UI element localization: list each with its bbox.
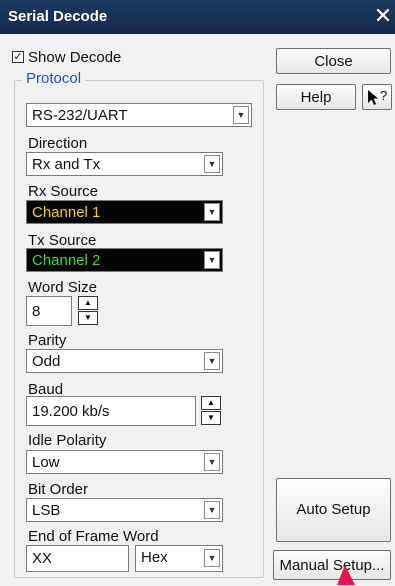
tx-source-value: Channel 2 xyxy=(32,252,101,269)
close-button[interactable]: Close xyxy=(276,48,391,74)
show-decode-checkbox[interactable]: ✓ Show Decode xyxy=(12,48,121,66)
question-mark-glyph: ? xyxy=(380,88,388,103)
window-close-icon[interactable]: ✕ xyxy=(373,4,393,28)
parity-value: Odd xyxy=(32,353,61,370)
tx-source-select[interactable]: Channel 2 ▼ xyxy=(26,248,223,272)
end-of-frame-word-input[interactable]: XX xyxy=(26,545,129,572)
tx-source-label: Tx Source xyxy=(28,232,97,249)
word-size-label: Word Size xyxy=(28,279,97,296)
end-of-frame-word-label: End of Frame Word xyxy=(28,528,159,545)
end-of-frame-word-value: XX xyxy=(32,550,53,567)
protocol-value: RS-232/UART xyxy=(32,107,128,124)
chevron-down-icon[interactable]: ▼ xyxy=(233,106,249,124)
end-of-frame-format-select[interactable]: Hex ▼ xyxy=(135,545,223,572)
end-of-frame-format-value: Hex xyxy=(141,549,168,566)
idle-polarity-label: Idle Polarity xyxy=(28,432,107,449)
protocol-group-label: Protocol xyxy=(22,70,86,87)
parity-select[interactable]: Odd ▼ xyxy=(26,349,223,373)
auto-setup-button-label: Auto Setup xyxy=(296,501,371,518)
triangle-down-icon[interactable]: ▼ xyxy=(78,311,98,325)
chevron-down-icon[interactable]: ▼ xyxy=(204,155,220,173)
chevron-down-icon[interactable]: ▼ xyxy=(204,352,220,370)
triangle-up-icon[interactable]: ▲ xyxy=(78,296,98,310)
word-size-value: 8 xyxy=(32,303,41,320)
triangle-down-icon[interactable]: ▼ xyxy=(201,411,221,425)
chevron-down-icon[interactable]: ▼ xyxy=(204,203,220,221)
word-size-stepper[interactable]: ▲ ▼ xyxy=(78,296,98,326)
baud-value: 19.200 kb/s xyxy=(32,403,110,420)
word-size-input[interactable]: 8 xyxy=(26,296,72,326)
direction-select[interactable]: Rx and Tx ▼ xyxy=(26,152,223,176)
auto-setup-button[interactable]: Auto Setup xyxy=(276,478,391,542)
bit-order-select[interactable]: LSB ▼ xyxy=(26,498,223,522)
direction-value: Rx and Tx xyxy=(32,156,101,173)
chevron-down-icon[interactable]: ▼ xyxy=(204,501,220,519)
bit-order-label: Bit Order xyxy=(28,481,89,498)
bit-order-value: LSB xyxy=(32,502,61,519)
baud-stepper[interactable]: ▲ ▼ xyxy=(201,396,221,426)
show-decode-label: Show Decode xyxy=(28,48,122,66)
parity-label: Parity xyxy=(28,332,67,349)
help-button[interactable]: Help xyxy=(276,84,356,110)
baud-input[interactable]: 19.200 kb/s xyxy=(26,396,196,426)
idle-polarity-select[interactable]: Low ▼ xyxy=(26,450,223,474)
whats-this-button[interactable]: ? xyxy=(362,84,392,110)
title-bar: Serial Decode ✕ xyxy=(0,0,395,34)
protocol-select[interactable]: RS-232/UART ▼ xyxy=(26,103,252,127)
window-title: Serial Decode xyxy=(8,8,108,25)
checkbox-checked-icon[interactable]: ✓ xyxy=(12,51,24,63)
arrow-pointer-icon xyxy=(368,90,378,105)
close-button-label: Close xyxy=(314,53,353,70)
rx-source-value: Channel 1 xyxy=(32,204,101,221)
chevron-down-icon[interactable]: ▼ xyxy=(204,251,220,269)
idle-polarity-value: Low xyxy=(32,454,60,471)
red-pointer-icon xyxy=(337,565,355,585)
help-button-label: Help xyxy=(300,89,332,106)
chevron-down-icon[interactable]: ▼ xyxy=(204,549,220,567)
direction-label: Direction xyxy=(28,135,88,152)
rx-source-label: Rx Source xyxy=(28,183,99,200)
triangle-up-icon[interactable]: ▲ xyxy=(201,396,221,410)
rx-source-select[interactable]: Channel 1 ▼ xyxy=(26,200,223,224)
chevron-down-icon[interactable]: ▼ xyxy=(204,453,220,471)
